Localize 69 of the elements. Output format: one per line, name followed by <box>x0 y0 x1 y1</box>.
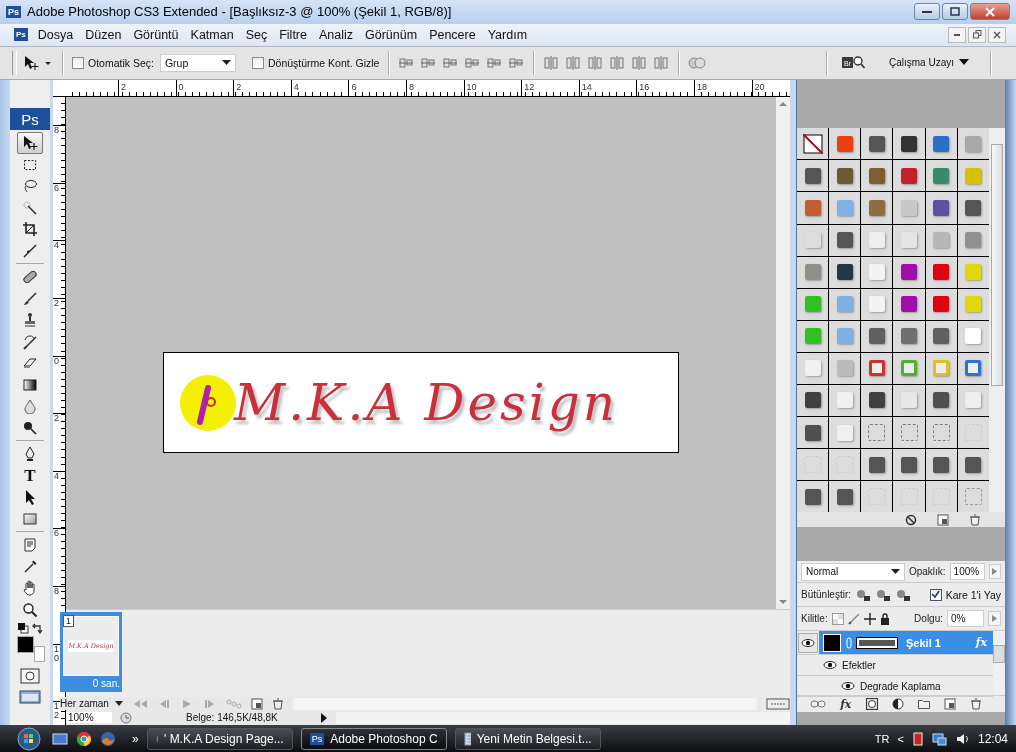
ruler-label: 10 <box>53 644 60 663</box>
opacity-field[interactable]: 100% <box>949 563 985 581</box>
menu-item[interactable]: Filtre <box>273 27 313 42</box>
ruler-label: 8 <box>53 587 60 596</box>
clock: 12:04 <box>977 731 1008 746</box>
menu-item[interactable]: Görüntü <box>127 27 185 42</box>
ruler-label: 0 <box>177 82 184 93</box>
layer-name: Efektler <box>842 659 876 671</box>
effect-row[interactable]: Efektler <box>797 655 993 677</box>
blend-mode-dropdown[interactable]: Normal <box>801 562 905 581</box>
ruler-label: 4 <box>53 241 60 251</box>
ruler-label: 2 <box>235 82 242 93</box>
ruler-label: 6 <box>53 183 60 193</box>
menu-item[interactable]: Dosya <box>31 27 80 42</box>
ruler-label: 12 <box>523 82 535 93</box>
taskbar-button[interactable]: ' M.K.A Design Page... <box>146 727 293 750</box>
logo-text: M.K.A Design <box>234 373 618 432</box>
zoom-field[interactable]: 100% <box>66 712 112 724</box>
checkbox-label: Kare 1'i Yay <box>945 588 1001 601</box>
ruler-label: 6 <box>53 529 60 539</box>
menu-item[interactable]: Katman <box>184 27 240 42</box>
ruler-label: 14 <box>580 82 592 93</box>
app-logo-icon: Ps <box>309 732 325 745</box>
menu-item[interactable]: Pencere <box>423 27 482 42</box>
menu-item[interactable]: Seç <box>239 27 274 42</box>
type-tool-button[interactable]: T <box>17 464 43 487</box>
layer-name: Degrade Kaplama <box>860 680 941 692</box>
ruler-label: 18 <box>695 82 707 93</box>
layer-style-button[interactable]: fx <box>840 697 852 711</box>
checkbox-label: Dönüştürme Kont. Gizle <box>267 56 380 69</box>
fill-field[interactable]: 0% <box>947 610 984 628</box>
layer-name: Şekil 1 <box>906 636 941 649</box>
document-info: Belge: 146,5K/48,8K <box>185 712 279 724</box>
unify-label: Bütünleştir: <box>801 589 852 601</box>
menu-item[interactable]: Analiz <box>312 27 359 42</box>
language-indicator[interactable]: TR <box>874 732 890 745</box>
ruler-label: 2 <box>53 414 60 424</box>
loop-dropdown[interactable]: Her zaman <box>60 698 123 710</box>
effects-label: fx <box>975 636 987 650</box>
ruler-label: 8 <box>407 82 414 93</box>
ruler-label: 4 <box>53 471 60 481</box>
ruler-label: 10 <box>465 82 477 93</box>
opacity-label: Opaklık: <box>908 566 946 578</box>
toolbox-logo: Ps <box>10 108 50 131</box>
lock-label: Kilitle: <box>801 613 828 625</box>
menu-item[interactable]: Yardım <box>481 27 534 42</box>
document-icon: Ps <box>14 28 28 42</box>
ruler-label: 2 <box>53 299 60 309</box>
effect-row[interactable]: Degrade Kaplama <box>797 676 993 698</box>
ruler-label: 8 <box>53 126 60 136</box>
window-title: Adobe Photoshop CS3 Extended - [Başlıksız-3 @ 100% (Şekil 1, RGB/8)] <box>27 4 452 20</box>
ruler-label: 16 <box>638 82 650 93</box>
ruler-label: 6 <box>350 82 357 93</box>
dropdown[interactable]: Grup <box>159 53 236 72</box>
ruler-label: 2 <box>120 82 126 93</box>
ruler-label: 20 <box>753 82 765 93</box>
tray-toggle[interactable]: < <box>897 732 904 745</box>
ruler-label: 12 <box>53 702 60 721</box>
fill-label: Dolgu: <box>914 613 943 625</box>
app-logo-icon: Ps <box>6 5 21 18</box>
overflow-chevron[interactable]: » <box>132 731 139 746</box>
ruler-label: 0 <box>53 356 60 366</box>
taskbar-button[interactable]: Yeni Metin Belgesi.t... <box>454 727 601 750</box>
ruler-label: 4 <box>292 82 299 93</box>
menu-item[interactable]: Görünüm <box>359 27 424 42</box>
workspace-menu[interactable]: Çalışma Uzayı <box>889 57 969 69</box>
checkbox-label: Otomatik Seç: <box>88 56 154 69</box>
menu-item[interactable]: Düzen <box>79 27 128 42</box>
taskbar-button[interactable]: Ps Adobe Photoshop C <box>300 727 447 750</box>
